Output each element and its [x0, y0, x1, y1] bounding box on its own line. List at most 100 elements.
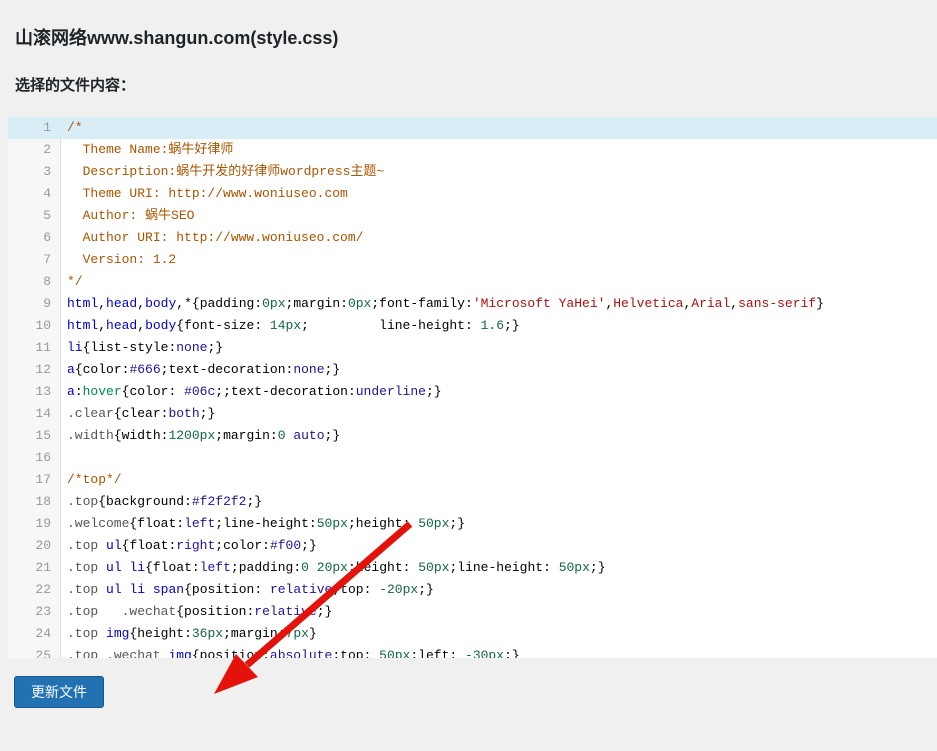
- token-tag: img: [168, 648, 191, 658]
- line-number: 5: [8, 205, 61, 227]
- update-file-button[interactable]: 更新文件: [14, 676, 104, 708]
- code-line[interactable]: 21.top ul li{float:left;padding:0 20px;h…: [8, 557, 937, 579]
- token-tag: ul: [106, 582, 122, 597]
- token-p: :: [254, 296, 262, 311]
- token-tag: a: [67, 362, 75, 377]
- token-atom: right: [176, 538, 215, 553]
- code-line[interactable]: 1/*: [8, 117, 937, 139]
- token-qual: .wechat: [122, 604, 177, 619]
- token-prop: color: [223, 538, 262, 553]
- token-str: 'Microsoft YaHei': [473, 296, 606, 311]
- token-p: :: [176, 516, 184, 531]
- code-line[interactable]: 2 Theme Name:蜗牛好律师: [8, 139, 937, 161]
- code-text: .top img{height:36px;margin:7px}: [61, 623, 317, 645]
- code-line[interactable]: 18.top{background:#f2f2f2;}: [8, 491, 937, 513]
- token-pse: hover: [83, 384, 122, 399]
- token-tag: html: [67, 296, 98, 311]
- code-line[interactable]: 3 Description:蜗牛开发的好律师wordpress主题~: [8, 161, 937, 183]
- token-qual: .top: [67, 582, 98, 597]
- token-p: :: [184, 494, 192, 509]
- token-tag: head: [106, 296, 137, 311]
- code-line[interactable]: 25.top .wechat img{position:absolute;top…: [8, 645, 937, 658]
- token-com: Description:蜗牛开发的好律师wordpress主题~: [67, 164, 384, 179]
- code-line[interactable]: 6 Author URI: http://www.woniuseo.com/: [8, 227, 937, 249]
- code-line[interactable]: 5 Author: 蜗牛SEO: [8, 205, 937, 227]
- code-line[interactable]: 8*/: [8, 271, 937, 293]
- token-p: ;: [332, 582, 340, 597]
- code-line[interactable]: 22.top ul li span{position: relative;top…: [8, 579, 937, 601]
- token-p: }: [309, 626, 317, 641]
- token-prop: text-decoration: [231, 384, 348, 399]
- token-p: ;}: [301, 538, 317, 553]
- code-line[interactable]: 14.clear{clear:both;}: [8, 403, 937, 425]
- token-p: ;: [215, 538, 223, 553]
- code-line[interactable]: 24.top img{height:36px;margin:7px}: [8, 623, 937, 645]
- code-line[interactable]: 15.width{width:1200px;margin:0 auto;}: [8, 425, 937, 447]
- code-line[interactable]: 19.welcome{float:left;line-height:50px;h…: [8, 513, 937, 535]
- token-prop: text-decoration: [168, 362, 285, 377]
- code-line[interactable]: 9html,head,body,*{padding:0px;margin:0px…: [8, 293, 937, 315]
- token-p: {: [75, 362, 83, 377]
- token-p: ,: [137, 296, 145, 311]
- code-line[interactable]: 17 /*top*/: [8, 469, 937, 491]
- line-number: 16: [8, 447, 61, 469]
- token-p: {: [114, 428, 122, 443]
- file-content-label: 选择的文件内容：: [15, 77, 922, 95]
- token-prop: color: [129, 384, 168, 399]
- code-line[interactable]: 12a{color:#666;text-decoration:none;}: [8, 359, 937, 381]
- code-text: .top{background:#f2f2f2;}: [61, 491, 262, 513]
- token-p: :: [168, 384, 184, 399]
- token-num: 50px: [317, 516, 348, 531]
- code-line[interactable]: 20.top ul{float:right;color:#f00;}: [8, 535, 937, 557]
- token-p: :: [465, 296, 473, 311]
- token-tag: li: [129, 560, 145, 575]
- code-text: .top .wechat{position:relative;}: [61, 601, 332, 623]
- code-line[interactable]: 13a:hover{color: #06c;;text-decoration:u…: [8, 381, 937, 403]
- code-text: /*: [61, 117, 83, 139]
- token-atom: both: [168, 406, 199, 421]
- code-line[interactable]: 16: [8, 447, 937, 469]
- token-atom: relative: [254, 604, 316, 619]
- code-line[interactable]: 23.top .wechat{position:relative;}: [8, 601, 937, 623]
- code-line[interactable]: 7 Version: 1.2: [8, 249, 937, 271]
- code-line[interactable]: 10html,head,body{font-size: 14px; line-h…: [8, 315, 937, 337]
- token-com: Author URI: http://www.woniuseo.com/: [67, 230, 363, 245]
- token-num: 50px: [418, 560, 449, 575]
- token-p: [98, 582, 106, 597]
- line-number: 24: [8, 623, 61, 645]
- token-p: ;}: [325, 362, 341, 377]
- token-atom: absolute: [270, 648, 332, 658]
- token-p: :: [309, 516, 317, 531]
- code-editor[interactable]: 1/*2 Theme Name:蜗牛好律师3 Description:蜗牛开发的…: [8, 117, 937, 658]
- line-number: 25: [8, 645, 61, 658]
- token-p: ;}: [504, 318, 520, 333]
- token-num: 1.6: [481, 318, 504, 333]
- token-p: :: [262, 538, 270, 553]
- code-line[interactable]: 4 Theme URI: http://www.woniuseo.com: [8, 183, 937, 205]
- token-p: :: [270, 428, 278, 443]
- line-number: 17: [8, 469, 61, 491]
- token-tag: body: [145, 296, 176, 311]
- token-prop: clear: [122, 406, 161, 421]
- token-com: Version: 1.2: [67, 252, 176, 267]
- token-com: /*top*/: [67, 472, 122, 487]
- token-p: :: [449, 648, 465, 658]
- code-line[interactable]: 11li{list-style:none;}: [8, 337, 937, 359]
- token-p: {: [176, 318, 184, 333]
- line-number: 1: [8, 117, 61, 139]
- line-number: 23: [8, 601, 61, 623]
- token-p: ;}: [590, 560, 606, 575]
- token-p: :: [192, 560, 200, 575]
- code-text: li{list-style:none;}: [61, 337, 223, 359]
- token-p: ,: [730, 296, 738, 311]
- token-qual: .clear: [67, 406, 114, 421]
- token-prop: padding: [239, 560, 294, 575]
- token-tag: ul: [106, 538, 122, 553]
- token-num: 50px: [418, 516, 449, 531]
- token-qual: .top: [67, 560, 98, 575]
- token-p: :: [403, 516, 419, 531]
- token-num: 0: [278, 428, 286, 443]
- token-num: 0: [301, 560, 309, 575]
- token-p: [145, 582, 153, 597]
- token-p: ;;: [215, 384, 231, 399]
